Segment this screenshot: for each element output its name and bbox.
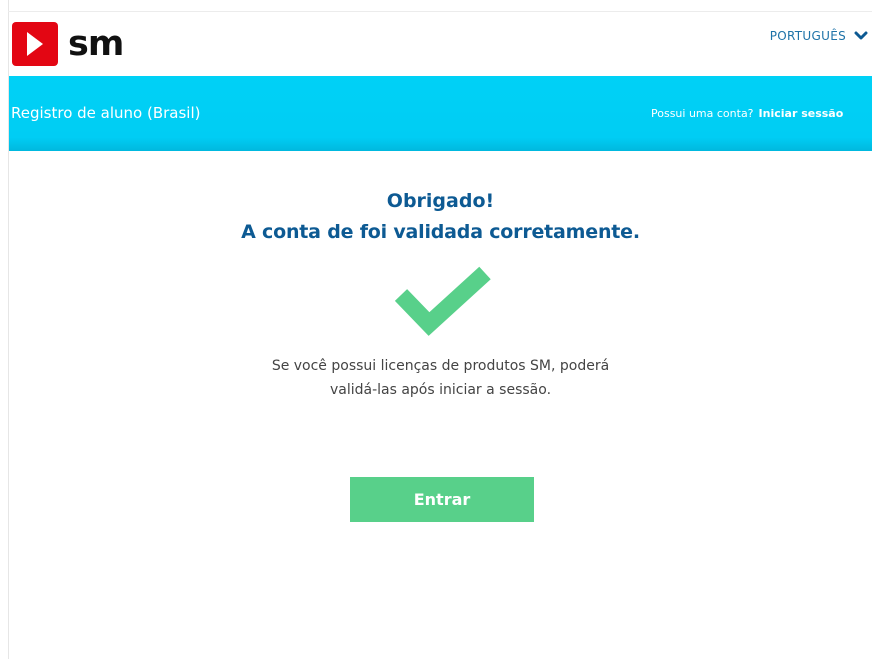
license-message-line-2: validá-las após iniciar a sessão. bbox=[329, 382, 552, 398]
header: sm PORTUGUÊS bbox=[9, 12, 872, 76]
enter-button[interactable]: Entrar bbox=[350, 477, 534, 522]
logo-text: sm bbox=[68, 23, 124, 64]
page-title: Registro de aluno (Brasil) bbox=[11, 104, 201, 122]
language-selector[interactable]: PORTUGUÊS bbox=[770, 29, 868, 43]
language-label: PORTUGUÊS bbox=[769, 29, 846, 43]
chevron-down-icon bbox=[854, 31, 868, 40]
thank-you-heading: Obrigado! bbox=[386, 190, 495, 212]
play-logo-icon bbox=[12, 22, 58, 66]
checkmark-icon bbox=[394, 266, 491, 336]
validation-heading: A conta de foi validada corretamente. bbox=[241, 221, 640, 243]
license-message-line-1: Se você possui licenças de produtos SM, … bbox=[271, 358, 610, 374]
registration-bar: Registro de aluno (Brasil) Possui uma co… bbox=[9, 76, 872, 151]
sm-logo[interactable]: sm bbox=[12, 22, 124, 66]
account-prompt: Possui uma conta? Iniciar sessão bbox=[651, 107, 843, 120]
login-link[interactable]: Iniciar sessão bbox=[759, 107, 844, 120]
account-question: Possui uma conta? bbox=[651, 107, 754, 120]
page: sm PORTUGUÊS Registro de aluno (Brasil) … bbox=[0, 0, 872, 659]
